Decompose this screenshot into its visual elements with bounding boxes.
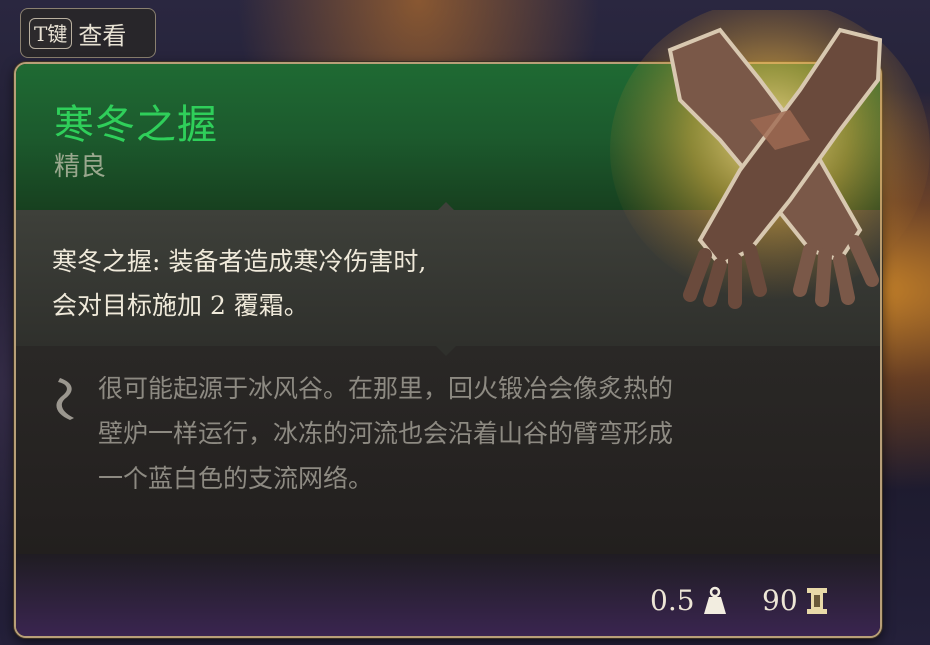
- gold-value: 90: [762, 584, 798, 617]
- quill-icon: [56, 378, 74, 420]
- effect-description: 寒冬之握: 装备者造成寒冷伤害时, 会对目标施加 2 覆霜。: [52, 240, 652, 328]
- inspect-label: 查看: [78, 21, 127, 50]
- inspect-hint[interactable]: T键 查看: [20, 8, 156, 58]
- effect-line: 寒冬之握: 装备者造成寒冷伤害时,: [52, 247, 427, 276]
- weight-icon: [703, 586, 726, 614]
- value-stat: 90: [762, 584, 828, 617]
- tooltip-footer: 0.5 90: [16, 554, 880, 636]
- effect-line: 会对目标施加 2 覆霜。: [52, 291, 309, 320]
- weight-stat: 0.5: [650, 584, 727, 617]
- item-rarity: 精良: [54, 152, 107, 182]
- lore-line: 壁炉一样运行，冰冻的河流也会沿着山谷的臂弯形成: [98, 419, 674, 448]
- item-name: 寒冬之握: [54, 102, 218, 148]
- lore-line: 很可能起源于冰风谷。在那里，回火锻冶会像炙热的: [98, 374, 674, 403]
- lore-text: 很可能起源于冰风谷。在那里，回火锻冶会像炙热的 壁炉一样运行，冰冻的河流也会沿着…: [98, 366, 858, 501]
- gloves-icon: [610, 10, 930, 309]
- lore-line: 一个蓝白色的支流网络。: [98, 464, 374, 493]
- section-notch: [436, 346, 456, 356]
- gold-icon: [806, 587, 827, 614]
- weight-value: 0.5: [650, 584, 695, 617]
- hotkey-badge: T键: [29, 17, 73, 49]
- lore-section: 很可能起源于冰风谷。在那里，回火锻冶会像炙热的 壁炉一样运行，冰冻的河流也会沿着…: [16, 346, 880, 554]
